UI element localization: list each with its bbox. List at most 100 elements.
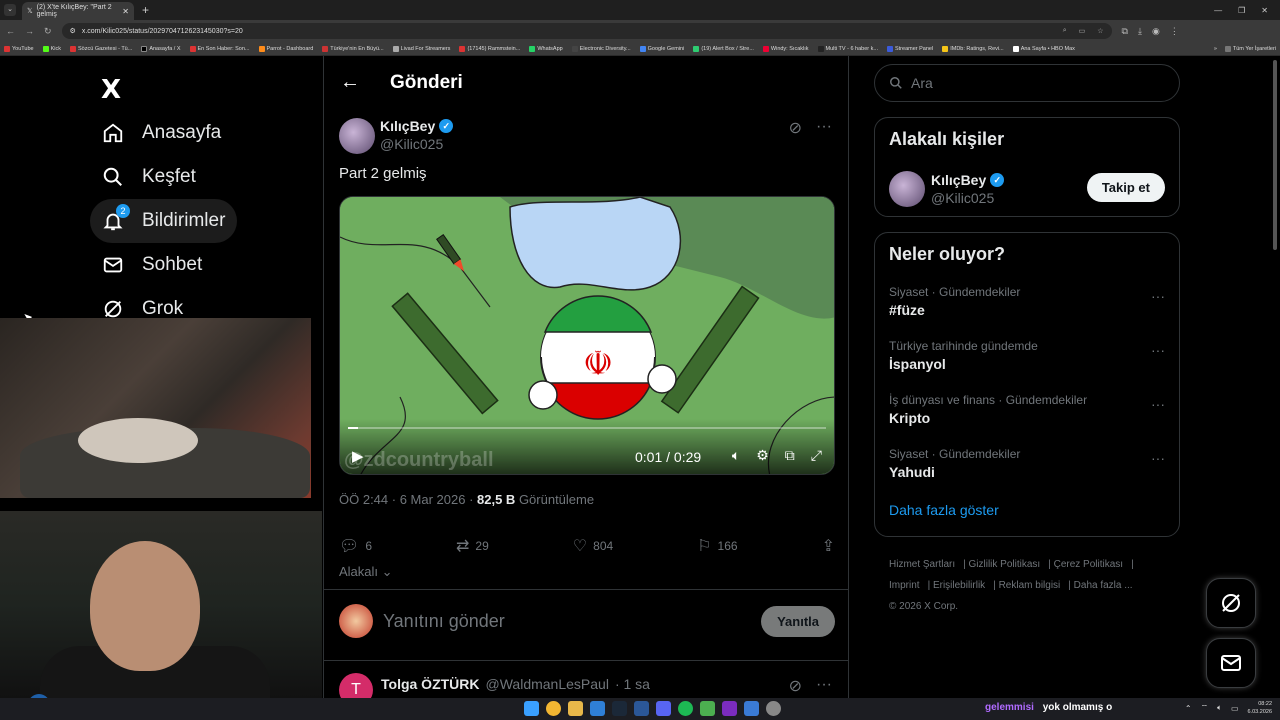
bookmark-item[interactable]: Ana Sayfa • HBO Max	[1012, 45, 1075, 52]
footer-link[interactable]: Hizmet Şartları	[889, 559, 955, 570]
pip-icon[interactable]: ⧉	[785, 447, 795, 464]
all-bookmarks[interactable]: Tüm Yer İşaretleri	[1224, 45, 1276, 52]
trend-item[interactable]: Türkiye tarihinde gündemde İspanyol ···	[875, 330, 1179, 384]
start-icon[interactable]	[524, 701, 539, 716]
author-avatar[interactable]	[339, 118, 375, 154]
more-options-icon[interactable]: ···	[816, 676, 832, 696]
close-window-icon[interactable]: ✕	[1261, 6, 1268, 15]
page-scrollbar[interactable]	[1273, 60, 1277, 250]
bookmark-item[interactable]: IMDb: Ratings, Revi...	[942, 45, 1004, 52]
forward-icon[interactable]: →	[25, 26, 34, 36]
bookmark-item[interactable]: Windy: Sıcaklık	[762, 45, 809, 52]
folder-icon[interactable]	[568, 701, 583, 716]
extensions-icon[interactable]: ⧉	[1122, 26, 1128, 37]
app-icon[interactable]	[590, 701, 605, 716]
bookmark-item[interactable]: Livad For Streamers	[392, 45, 450, 52]
share-action[interactable]: ⇪	[822, 536, 835, 556]
download-icon[interactable]: ⤓	[1138, 26, 1142, 37]
nav-item-explore[interactable]: Keşfet	[90, 155, 208, 199]
menu-icon[interactable]: ⋮	[1170, 26, 1179, 37]
footer-link[interactable]: Reklam bilgisi	[999, 580, 1061, 591]
nav-item-chat[interactable]: Sohbet	[90, 243, 214, 287]
post-timestamp[interactable]: ÖÖ 2:44 · 6 Mar 2026 ·	[339, 492, 477, 507]
bookmark-item[interactable]: Multi TV - 6 haber k...	[817, 45, 878, 52]
close-tab-icon[interactable]: ✕	[122, 7, 129, 16]
nav-item-home[interactable]: Anasayfa	[90, 111, 233, 155]
bookmark-item[interactable]: Kick	[42, 45, 61, 52]
chrome-icon[interactable]	[546, 701, 561, 716]
site-info-icon[interactable]: ⚙	[70, 27, 76, 35]
star-icon[interactable]: ☆	[1097, 27, 1103, 35]
settings-icon[interactable]: ⚙	[756, 447, 769, 464]
bookmark-item[interactable]: WhatsApp	[529, 45, 563, 52]
bookmark-item[interactable]: Anasayfa / X	[141, 45, 181, 52]
bookmark-item[interactable]: YouTube	[4, 45, 34, 52]
footer-link[interactable]: Erişilebilirlik	[933, 580, 985, 591]
reply-input[interactable]: Yanıtını gönder	[383, 611, 505, 632]
browser-tab[interactable]: 𝕏 (2) X'te KılıçBey: "Part 2 gelmiş ✕	[22, 2, 134, 20]
follow-button[interactable]: Takip et	[1086, 173, 1165, 202]
search-input[interactable]: Ara	[874, 64, 1180, 102]
zoom-icon[interactable]: ⌕	[1063, 27, 1067, 35]
footer-link[interactable]: Çerez Politikası	[1054, 559, 1123, 570]
person-handle[interactable]: @Kilic025	[931, 190, 1004, 206]
grok-explain-icon[interactable]: ⊘	[789, 676, 802, 696]
author-handle[interactable]: @Kilic025	[380, 136, 453, 152]
bookmark-item[interactable]: (17145) Rammstein...	[459, 45, 520, 52]
more-options-icon[interactable]: ···	[1151, 288, 1165, 304]
repost-action[interactable]: ⇄ 29	[456, 536, 489, 556]
bookmark-item[interactable]: Türkiye'nin En Büyü...	[322, 45, 384, 52]
more-options-icon[interactable]: ···	[1151, 342, 1165, 358]
footer-link[interactable]: Imprint	[889, 580, 920, 591]
volume-icon[interactable]: 🔈︎	[1217, 703, 1222, 713]
trend-item[interactable]: Siyaset · Gündemdekiler #füze ···	[875, 276, 1179, 330]
discord-icon[interactable]	[656, 701, 671, 716]
battery-icon[interactable]: ▭	[1231, 704, 1239, 713]
author-name[interactable]: KılıçBey	[380, 118, 435, 134]
back-arrow-icon[interactable]: ←	[340, 71, 360, 94]
more-bookmarks-icon[interactable]: »	[1214, 46, 1217, 52]
volume-icon[interactable]: 🔈︎	[732, 447, 740, 464]
video-progress-bar[interactable]	[348, 427, 826, 429]
new-tab-button[interactable]: +	[142, 3, 149, 17]
play-icon[interactable]: ▶	[352, 447, 364, 465]
footer-link[interactable]: Gizlilik Politikası	[969, 559, 1041, 570]
x-logo[interactable]: X	[101, 75, 121, 105]
reply-author-name[interactable]: Tolga ÖZTÜRK	[381, 676, 480, 692]
bookmark-action[interactable]: ⚐ 166	[697, 536, 737, 556]
trend-item[interactable]: Siyaset · Gündemdekiler Yahudi ···	[875, 438, 1179, 492]
app-icon[interactable]	[722, 701, 737, 716]
messages-fab-button[interactable]	[1206, 638, 1256, 688]
bookmark-item[interactable]: Electronic Diversity...	[571, 45, 631, 52]
trend-item[interactable]: İş dünyası ve finans · Gündemdekiler Kri…	[875, 384, 1179, 438]
reload-icon[interactable]: ↻	[44, 26, 52, 37]
app-icon[interactable]	[744, 701, 759, 716]
like-action[interactable]: ♡ 804	[573, 536, 613, 556]
reply-button[interactable]: Yanıtla	[761, 606, 835, 637]
fullscreen-icon[interactable]: ⤢	[811, 447, 822, 464]
reply-author-handle[interactable]: @WaldmanLesPaul	[486, 676, 609, 692]
related-dropdown[interactable]: Alakalı ⌄	[339, 564, 393, 580]
more-options-icon[interactable]: ···	[1151, 396, 1165, 412]
spotify-icon[interactable]	[678, 701, 693, 716]
clock[interactable]: 08:22 6.03.2026	[1248, 700, 1272, 716]
steam-icon[interactable]	[612, 701, 627, 716]
reply-action[interactable]: 💬︎ 6	[339, 536, 372, 556]
bookmark-item[interactable]: (19) Alert Box / Stre...	[693, 45, 754, 52]
profile-icon[interactable]: ◉	[1152, 26, 1160, 37]
tray-expand-icon[interactable]: ⌃	[1185, 704, 1192, 713]
grok-fab-button[interactable]	[1206, 578, 1256, 628]
tab-menu-button[interactable]: ⌄	[4, 4, 16, 16]
person-name[interactable]: KılıçBey	[931, 172, 986, 188]
whatsapp-icon[interactable]	[700, 701, 715, 716]
person-avatar[interactable]	[889, 171, 925, 207]
more-options-icon[interactable]: ···	[816, 118, 832, 138]
show-more-link[interactable]: Daha fazla göster	[875, 492, 1179, 532]
network-icon[interactable]: ⌔	[1201, 703, 1209, 713]
cast-icon[interactable]: ▭	[1079, 27, 1086, 35]
footer-link[interactable]: Daha fazla ...	[1074, 580, 1133, 591]
bookmark-item[interactable]: Sözcü Gazetesi - Tü...	[70, 45, 132, 52]
minimize-icon[interactable]: —	[1214, 6, 1222, 15]
post-video[interactable]: ☫ @zdcountryball ▶ 0:01 / 0:29 🔈︎ ⚙ ⧉ ⤢	[339, 196, 835, 475]
bookmark-item[interactable]: Parrot - Dashboard	[258, 45, 313, 52]
